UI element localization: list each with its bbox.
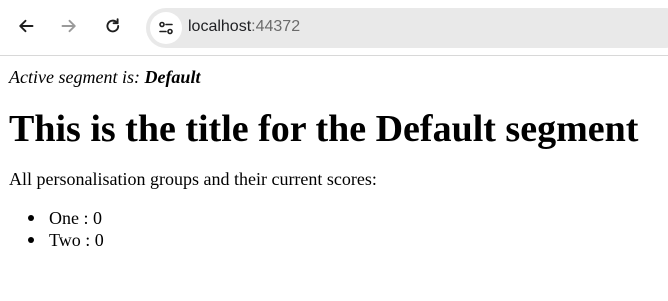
arrow-left-icon bbox=[19, 19, 34, 33]
url-text[interactable]: localhost:44372 bbox=[188, 17, 300, 37]
forward-button[interactable] bbox=[55, 12, 83, 40]
reload-button[interactable] bbox=[99, 12, 127, 40]
page-content: Active segment is: Default This is the t… bbox=[9, 56, 659, 251]
url-port: :44372 bbox=[251, 18, 301, 35]
group-score: 0 bbox=[93, 208, 103, 228]
page-title: This is the title for the Default segmen… bbox=[9, 108, 639, 150]
bullet-icon bbox=[28, 215, 34, 221]
list-item: Two : 0 bbox=[28, 229, 659, 251]
active-segment-value: Default bbox=[144, 67, 201, 87]
group-separator: : bbox=[80, 230, 95, 250]
site-info-button[interactable] bbox=[150, 12, 182, 44]
group-name: Two bbox=[49, 230, 81, 250]
active-segment-line: Active segment is: Default bbox=[9, 67, 659, 87]
group-score: 0 bbox=[94, 230, 104, 250]
tune-icon bbox=[159, 21, 173, 35]
arrow-right-icon bbox=[61, 19, 76, 33]
group-separator: : bbox=[79, 208, 94, 228]
groups-intro: All personalisation groups and their cur… bbox=[9, 169, 377, 189]
url-host: localhost bbox=[188, 18, 252, 35]
back-button[interactable] bbox=[12, 12, 40, 40]
group-name: One bbox=[49, 208, 79, 228]
reload-icon bbox=[106, 18, 120, 33]
bullet-icon bbox=[28, 237, 34, 243]
active-segment-label: Active segment is: bbox=[9, 67, 145, 87]
browser-toolbar: localhost:44372 bbox=[0, 0, 668, 56]
groups-list: One : 0 Two : 0 bbox=[9, 207, 659, 251]
list-item: One : 0 bbox=[28, 207, 659, 229]
address-bar[interactable]: localhost:44372 bbox=[146, 8, 668, 48]
